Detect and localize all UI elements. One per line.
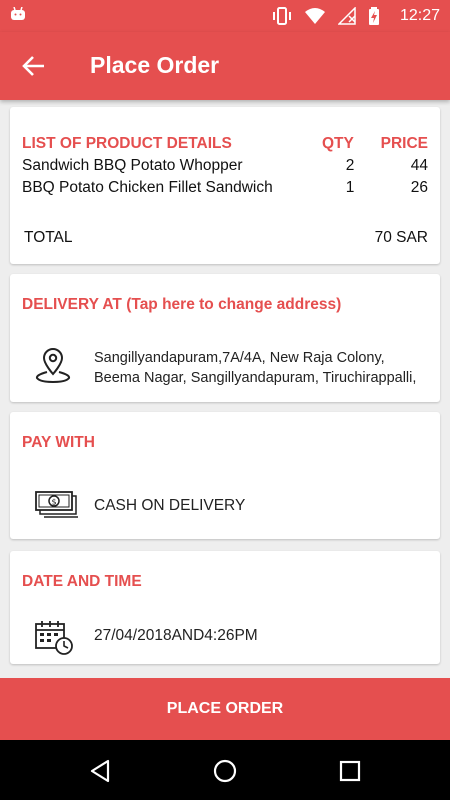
- page-title: Place Order: [90, 52, 220, 78]
- address-line-1: Sangillyandapuram,7A/4A, New Raja Colony…: [94, 350, 385, 366]
- product-section-title: LIST OF PRODUCT DETAILS: [22, 135, 232, 152]
- battery-charging-icon: [369, 7, 379, 25]
- delivery-address: Sangillyandapuram,7A/4A, New Raja Colony…: [94, 348, 416, 388]
- payment-card: PAY WITH $ CASH ON DELIVERY: [10, 412, 440, 539]
- location-pin-icon: [35, 348, 71, 383]
- payment-section-title: PAY WITH: [22, 434, 95, 451]
- place-order-button[interactable]: PLACE ORDER: [0, 678, 450, 740]
- product-name: BBQ Potato Chicken Fillet Sandwich: [22, 179, 273, 196]
- cash-icon: $: [35, 491, 78, 518]
- svg-text:$: $: [51, 498, 56, 507]
- date-time-value: 27/04/2018AND4:26PM: [94, 627, 258, 644]
- price-header: PRICE: [380, 135, 428, 152]
- datetime-section-title: DATE AND TIME: [22, 573, 142, 590]
- product-row: Sandwich BBQ Potato Whopper 2 44: [22, 157, 428, 179]
- status-time: 12:27: [399, 7, 440, 24]
- total-value: 70 SAR: [374, 229, 428, 246]
- no-signal-icon: [338, 7, 356, 25]
- wifi-icon: [305, 8, 325, 24]
- product-qty: 2: [345, 157, 355, 174]
- payment-method: CASH ON DELIVERY: [94, 497, 246, 514]
- delivery-section-title[interactable]: DELIVERY AT (Tap here to change address): [22, 296, 341, 314]
- product-price: 26: [410, 179, 428, 196]
- product-name: Sandwich BBQ Potato Whopper: [22, 157, 243, 174]
- product-row: BBQ Potato Chicken Fillet Sandwich 1 26: [22, 179, 428, 201]
- total-label: TOTAL: [24, 229, 73, 246]
- product-qty: 1: [345, 179, 355, 196]
- android-notification-icon: [11, 7, 25, 20]
- app-bar: Place Order: [0, 32, 450, 100]
- total-row: TOTAL 70 SAR: [24, 229, 428, 247]
- vibrate-icon: [273, 7, 291, 25]
- qty-header: QTY: [322, 135, 354, 152]
- nav-back-icon[interactable]: [88, 758, 114, 784]
- product-details-card: LIST OF PRODUCT DETAILS QTY PRICE Sandwi…: [10, 107, 440, 264]
- delivery-address-card[interactable]: DELIVERY AT (Tap here to change address)…: [10, 274, 440, 402]
- system-nav-bar: [0, 740, 450, 800]
- address-line-2: Beema Nagar, Sangillyandapuram, Tiruchir…: [94, 370, 417, 386]
- nav-home-icon[interactable]: [212, 758, 238, 784]
- status-bar: 12:27: [0, 0, 450, 32]
- product-price: 44: [410, 157, 428, 174]
- calendar-clock-icon: [35, 621, 73, 655]
- nav-recents-icon[interactable]: [337, 758, 363, 784]
- date-time-card: DATE AND TIME 27/04/2018AND4:26PM: [10, 551, 440, 664]
- back-arrow-icon[interactable]: [18, 50, 50, 82]
